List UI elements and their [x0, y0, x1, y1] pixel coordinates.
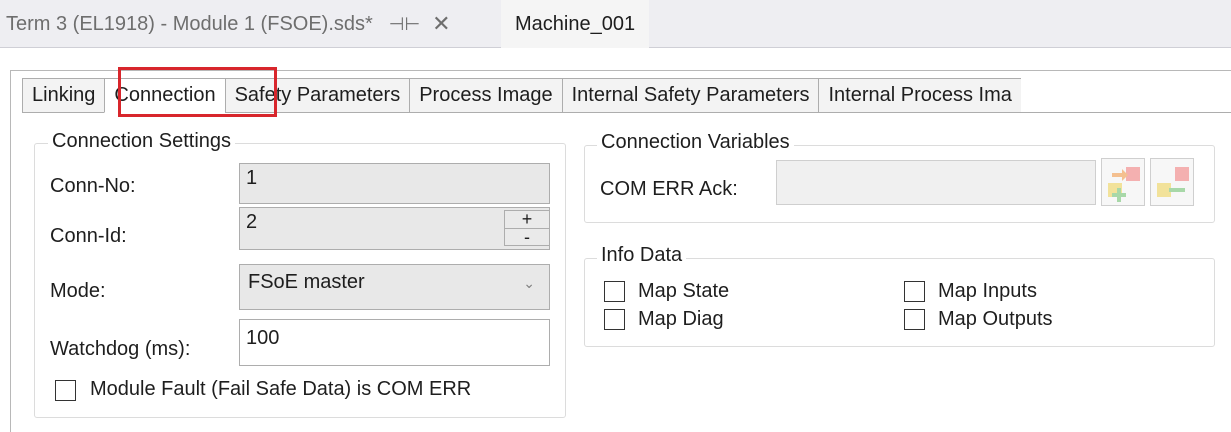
tab-connection[interactable]: Connection: [104, 78, 225, 113]
doc-tab-sds-title: Term 3 (EL1918) - Module 1 (FSOE).sds*: [6, 12, 373, 35]
com-err-ack-label: COM ERR Ack:: [600, 178, 738, 200]
map-inputs-checkbox[interactable]: [904, 281, 925, 302]
conn-id-increment-button[interactable]: +: [505, 210, 549, 228]
chevron-down-icon: ⌄: [523, 275, 535, 291]
clear-link-icon: [1157, 167, 1189, 197]
doc-tab-machine-title: Machine_001: [515, 12, 636, 35]
close-icon[interactable]: ✕: [432, 11, 450, 37]
conn-no-label: Conn-No:: [50, 175, 136, 197]
document-tab-strip: Term 3 (EL1918) - Module 1 (FSOE).sds* ⊣…: [0, 0, 1231, 48]
conn-no-field: 1: [239, 163, 550, 204]
mode-label: Mode:: [50, 280, 106, 302]
property-tab-bar: Linking Connection Safety Parameters Pro…: [22, 78, 1021, 113]
link-variable-button[interactable]: [1101, 158, 1145, 206]
doc-tab-sds-file[interactable]: Term 3 (EL1918) - Module 1 (FSOE).sds* ⊣…: [0, 0, 500, 48]
tab-internal-process-image[interactable]: Internal Process Ima: [818, 78, 1021, 113]
module-fault-label: Module Fault (Fail Safe Data) is COM ERR: [90, 378, 472, 400]
watchdog-input[interactable]: 100: [239, 319, 550, 366]
doc-tab-machine[interactable]: Machine_001: [501, 0, 650, 48]
connection-settings-title: Connection Settings: [48, 130, 236, 153]
map-diag-label: Map Diag: [638, 308, 724, 330]
map-state-checkbox[interactable]: [604, 281, 625, 302]
tab-internal-safety-parameters[interactable]: Internal Safety Parameters: [561, 78, 819, 113]
link-variable-icon: [1108, 167, 1140, 202]
conn-id-label: Conn-Id:: [50, 225, 127, 247]
map-inputs-label: Map Inputs: [938, 280, 1037, 302]
map-state-label: Map State: [638, 280, 730, 302]
map-diag-checkbox[interactable]: [604, 309, 625, 330]
com-err-ack-field: [776, 160, 1096, 205]
info-data-title: Info Data: [597, 244, 687, 267]
tab-safety-parameters[interactable]: Safety Parameters: [224, 78, 410, 113]
connection-variables-title: Connection Variables: [597, 131, 794, 154]
tab-linking[interactable]: Linking: [22, 78, 105, 113]
map-outputs-checkbox[interactable]: [904, 309, 925, 330]
map-outputs-label: Map Outputs: [938, 308, 1053, 330]
mode-select[interactable]: FSoE master ⌄: [239, 264, 550, 310]
conn-id-stepper[interactable]: + -: [504, 210, 550, 246]
module-fault-checkbox[interactable]: [55, 380, 76, 401]
tab-process-image[interactable]: Process Image: [409, 78, 562, 113]
mode-select-value: FSoE master: [248, 271, 365, 293]
pin-icon[interactable]: ⊣⊢: [389, 14, 420, 35]
watchdog-label: Watchdog (ms):: [50, 338, 191, 360]
conn-id-decrement-button[interactable]: -: [505, 228, 549, 246]
clear-link-button[interactable]: [1150, 158, 1194, 206]
